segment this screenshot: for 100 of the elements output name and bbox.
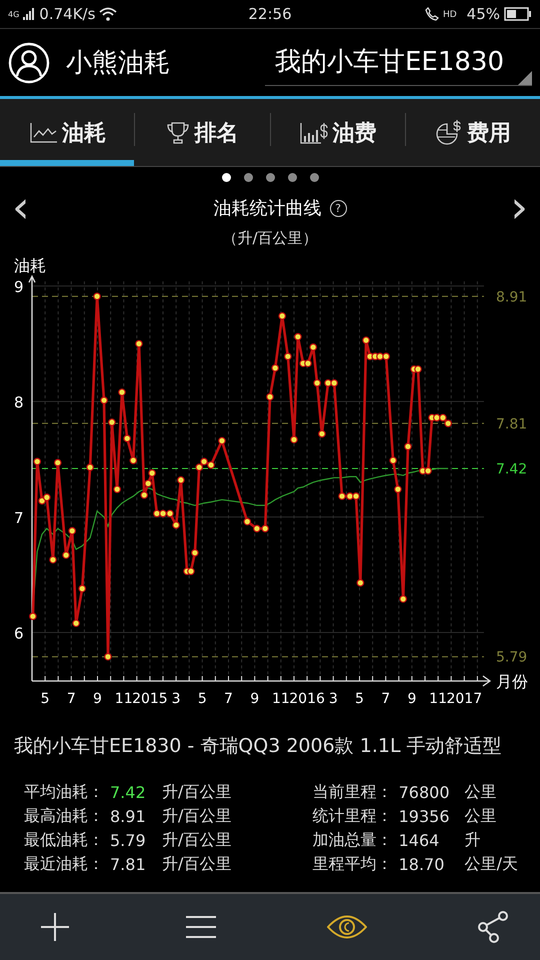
stat-value: 19356 [398, 806, 451, 826]
axis-label: 8 [14, 394, 24, 412]
axis-label: 11 [272, 691, 290, 707]
stat-label: 最高油耗： [24, 806, 104, 826]
battery-percent: 45% [466, 5, 500, 23]
chart-unit: （升/百公里） [221, 229, 319, 249]
share-button[interactable] [476, 910, 510, 944]
data-point [271, 364, 280, 372]
previous-button[interactable]: ‹ [12, 186, 30, 230]
stat-value: 7.42 [110, 782, 147, 802]
line-chart-icon [28, 122, 58, 144]
help-button[interactable]: ? [330, 200, 346, 216]
data-point [140, 491, 148, 499]
tab[interactable]: 油费 [270, 99, 405, 166]
stat-label: 里程平均： [312, 854, 393, 874]
chart-title: 油耗统计曲线 [214, 197, 322, 220]
stat-unit: 公里 [464, 806, 497, 826]
axis-label: 9 [14, 278, 24, 296]
car-model-title: 我的小车甘EE1830 - 奇瑞QQ3 2006款 1.1L 手动舒适型 [13, 734, 503, 759]
data-point [86, 464, 94, 472]
dollar-pie-chart-icon [434, 120, 463, 146]
stat-unit: 升/百公里 [162, 854, 232, 874]
clock-time: 22:56 [248, 5, 292, 23]
data-point [362, 336, 370, 344]
stat-unit: 公里 [464, 782, 497, 802]
axis-label: 2016 [289, 691, 325, 707]
stat-unit: 升/百公里 [162, 830, 232, 850]
stat-value: 1464 [398, 830, 440, 850]
data-point [148, 469, 156, 477]
data-point [218, 436, 226, 445]
stat-label: 当前里程： [312, 782, 393, 802]
data-point [104, 652, 112, 661]
data-point [130, 456, 138, 464]
tab[interactable]: 费用 [406, 99, 540, 166]
data-point [356, 579, 364, 587]
data-point [394, 485, 402, 494]
axis-label: 7 [381, 691, 390, 707]
page-dot[interactable] [310, 173, 318, 182]
axis-label: 5 [40, 691, 50, 707]
data-point [290, 436, 298, 444]
data-point [135, 340, 143, 348]
page-dot[interactable] [288, 173, 296, 182]
data-point [113, 485, 121, 494]
stat-label: 平均油耗： [24, 782, 104, 802]
page-dot[interactable] [244, 173, 252, 182]
eye-button[interactable] [327, 914, 367, 940]
network-type: 4G [8, 10, 20, 19]
data-point [33, 458, 42, 466]
tab[interactable]: 排名 [135, 99, 270, 166]
add-button[interactable] [39, 911, 71, 943]
menu-button[interactable] [185, 915, 217, 939]
next-button[interactable]: › [510, 186, 528, 230]
data-point [49, 556, 57, 564]
data-point [123, 434, 131, 442]
reference-label: 8.91 [496, 289, 528, 306]
axis-label: 9 [407, 691, 416, 707]
axis-label: 9 [93, 691, 102, 707]
data-point [399, 595, 407, 603]
axis-label: 2015 [132, 691, 168, 707]
data-point [243, 518, 252, 526]
stat-unit: 公里/天 [464, 854, 518, 874]
data-point [177, 476, 185, 484]
data-point [108, 418, 116, 426]
axis-label: 5 [198, 691, 207, 707]
data-point [62, 551, 70, 559]
y-axis-title: 油耗 [14, 256, 46, 275]
wifi-icon [99, 7, 118, 21]
data-point [404, 442, 412, 450]
axis-label: 11 [429, 691, 448, 707]
tab[interactable]: 油耗 [0, 99, 134, 166]
hd-label: HD [442, 10, 457, 20]
reference-label: 7.42 [496, 461, 528, 478]
network-speed: 0.74K/s [39, 5, 96, 23]
page-dot[interactable] [222, 173, 230, 182]
axis-label: 7 [66, 691, 76, 707]
battery-icon [504, 7, 532, 21]
reference-label: 5.79 [496, 650, 528, 666]
stat-label: 最低油耗： [24, 830, 104, 850]
page-dot[interactable] [266, 173, 274, 182]
data-point [309, 343, 318, 351]
data-point [266, 393, 274, 401]
x-axis-title: 月份 [496, 672, 528, 691]
data-point [318, 430, 326, 438]
data-point [191, 549, 199, 557]
trophy-icon [166, 120, 190, 144]
data-point [29, 612, 37, 620]
stat-label: 加油总量： [312, 830, 393, 850]
data-point [389, 456, 397, 464]
axis-label: 2017 [446, 691, 482, 707]
user-icon[interactable] [8, 42, 50, 84]
axis-label: 5 [355, 691, 364, 707]
data-point [100, 396, 108, 404]
axis-label: 7 [14, 509, 24, 527]
stat-value: 8.91 [110, 806, 147, 826]
axis-label: 3 [172, 691, 181, 707]
phone-icon [424, 7, 439, 21]
data-point [278, 312, 286, 320]
data-point [172, 521, 180, 529]
data-point [78, 584, 86, 592]
axis-label: 9 [250, 691, 260, 707]
